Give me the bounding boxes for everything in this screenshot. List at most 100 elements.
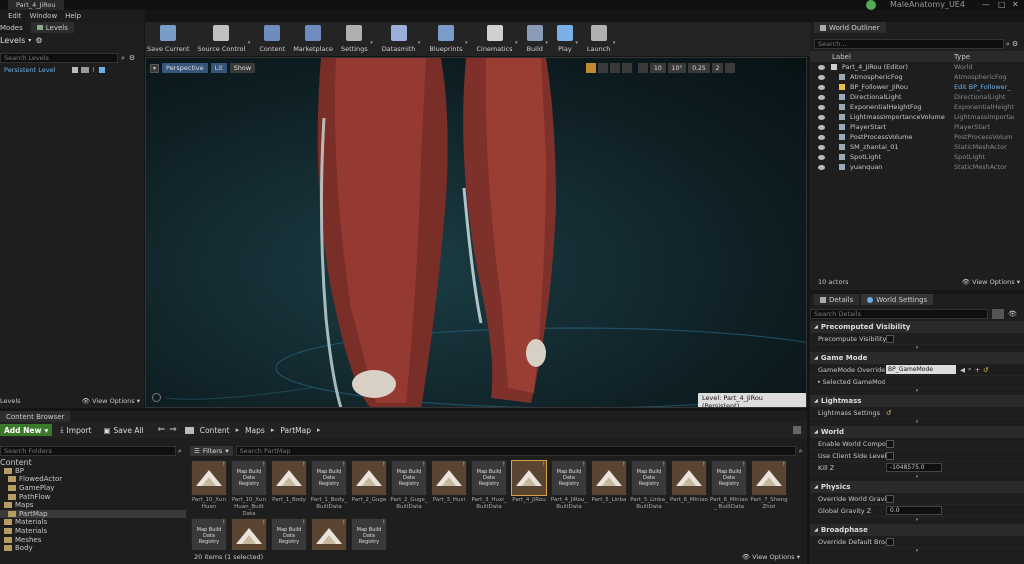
map-asset[interactable]: ! Part_3_Huxi <box>430 460 468 518</box>
folder-item[interactable]: FlowedActor <box>0 475 186 484</box>
visibility-icon[interactable] <box>818 64 825 70</box>
build-data-asset[interactable]: Map Build Data Registry! <box>270 518 308 550</box>
outliner-row[interactable]: AtmosphericFog AtmosphericFog <box>810 72 1024 82</box>
details-search-input[interactable]: Search Details <box>810 309 988 319</box>
search-icon[interactable]: ⌕ <box>799 447 803 456</box>
chevron-down-icon[interactable]: ▾ <box>613 40 616 46</box>
section-header[interactable]: ◢ Precomputed Visibility <box>810 321 1024 333</box>
chevron-down-icon[interactable]: ▾ <box>465 40 468 46</box>
visibility-icon[interactable] <box>818 74 825 80</box>
tab-details[interactable]: Details <box>814 294 860 305</box>
section-header[interactable]: ◢ Physics <box>810 481 1024 493</box>
outliner-row[interactable]: PostProcessVolume PostProcessVolum <box>810 132 1024 142</box>
eye-icon[interactable]: 👁 <box>1008 310 1017 318</box>
build-data-asset[interactable]: Map Build Data Registry! Part_6_Miniao_ B… <box>710 460 748 518</box>
toolbar-cinematics-button[interactable]: Cinematics ▾ <box>474 22 518 56</box>
minimize-icon[interactable]: — <box>982 0 990 10</box>
build-data-asset[interactable]: Map Build Data Registry! Part_10_Xun Huan… <box>230 460 268 518</box>
settings-icon[interactable]: ⚙ <box>1012 40 1018 48</box>
save-level-icon[interactable]: ! <box>92 66 95 74</box>
tab-world-outliner[interactable]: World Outliner <box>814 22 886 33</box>
world-local-icon[interactable] <box>622 63 632 73</box>
number-field[interactable]: -1048575.0 <box>886 463 942 472</box>
build-data-asset[interactable]: Map Build Data Registry! Part_1_Body_ Bui… <box>310 460 348 518</box>
toolbar-save-current-button[interactable]: Save Current <box>145 22 191 56</box>
map-asset[interactable]: ! Part_10_Xun Huan <box>190 460 228 518</box>
section-header[interactable]: ◢ World <box>810 426 1024 438</box>
toolbar-marketplace-button[interactable]: Marketplace <box>291 22 335 56</box>
build-data-asset[interactable]: Map Build Data Registry! Part_3_Huxi_ Bui… <box>470 460 508 518</box>
scale-icon[interactable] <box>610 63 620 73</box>
visibility-icon[interactable] <box>818 124 825 130</box>
reset-icon[interactable]: ↺ <box>886 409 891 417</box>
number-field[interactable]: 0.0 <box>886 506 942 515</box>
search-icon[interactable]: ⌕ <box>968 365 972 374</box>
maximize-icon[interactable]: □ <box>998 0 1006 10</box>
property-checkbox[interactable] <box>886 334 894 343</box>
toolbar-settings-button[interactable]: Settings ▾ <box>339 22 373 56</box>
visibility-icon[interactable] <box>818 94 825 100</box>
perspective-button[interactable]: Perspective <box>162 63 208 73</box>
folder-item[interactable]: Materials <box>0 518 186 527</box>
visibility-icon[interactable] <box>818 154 825 160</box>
chevron-down-icon[interactable]: ▾ <box>545 40 548 46</box>
chevron-down-icon[interactable]: ▾ <box>248 40 251 46</box>
close-icon[interactable]: ✕ <box>1012 0 1019 10</box>
chevron-down-icon[interactable]: ▾ <box>515 40 518 46</box>
filters-button[interactable]: ☰ Filters ▾ <box>190 446 233 456</box>
view-options-button[interactable]: 👁 View Options ▾ <box>82 397 140 405</box>
chevron-down-icon[interactable]: ▾ <box>28 37 31 44</box>
property-checkbox[interactable] <box>886 439 894 448</box>
toolbar-content-button[interactable]: Content <box>257 22 287 56</box>
menu-window[interactable]: Window <box>30 12 58 20</box>
col-type[interactable]: Type <box>954 53 970 61</box>
add-icon[interactable]: + <box>975 366 980 374</box>
folder-item[interactable]: Body <box>0 544 186 553</box>
build-data-asset[interactable]: Map Build Data Registry! Part_5_Linba_ Bu… <box>630 460 668 518</box>
outliner-row[interactable]: ExponentialHeightFog ExponentialHeightF <box>810 102 1024 112</box>
map-asset[interactable]: ! Part_5_Linba <box>590 460 628 518</box>
toolbar-play-button[interactable]: Play ▾ <box>555 22 578 56</box>
gamemode-select[interactable]: BP_GameMode <box>886 365 956 374</box>
map-asset[interactable]: ! Part_1_Body <box>270 460 308 518</box>
map-asset[interactable]: ! Part_7_Sheng Zhizi <box>750 460 788 518</box>
property-checkbox[interactable] <box>886 451 894 460</box>
settings-icon[interactable]: ⚙ <box>129 54 135 62</box>
section-expand-icon[interactable]: ▾ <box>810 419 1024 425</box>
map-asset[interactable]: ! <box>230 518 268 550</box>
map-asset[interactable]: ! Part_4_JiRou <box>510 460 548 518</box>
outliner-row[interactable]: SpotLight SpotLight <box>810 152 1024 162</box>
import-button[interactable]: ⤓ Import <box>56 424 95 436</box>
folder-item[interactable]: PathFlow <box>0 492 186 501</box>
toolbar-launch-button[interactable]: Launch ▾ <box>585 22 616 56</box>
settings-icon[interactable]: ⚙ <box>35 36 42 45</box>
folder-search-input[interactable]: Search Folders <box>0 446 176 456</box>
breadcrumb-maps[interactable]: Maps <box>243 424 267 436</box>
rotation-snap-button[interactable]: 10° <box>667 63 687 73</box>
folder-item[interactable]: Meshes <box>0 535 186 544</box>
lock-icon[interactable] <box>793 426 801 434</box>
document-tab[interactable]: Part_4_JiRou <box>8 0 64 10</box>
folder-item[interactable]: PartMap <box>0 509 186 519</box>
section-expand-icon[interactable]: ▾ <box>810 548 1024 554</box>
outliner-row[interactable]: LightmassImportanceVolume LightmassImport… <box>810 112 1024 122</box>
save-all-button[interactable]: ▣ Save All <box>99 424 147 436</box>
surface-snap-icon[interactable] <box>638 63 648 73</box>
outliner-row[interactable]: Part_4_JiRou (Editor) World <box>810 62 1024 72</box>
toolbar-build-button[interactable]: Build ▾ <box>525 22 548 56</box>
menu-help[interactable]: Help <box>65 12 81 20</box>
asset-search-input[interactable]: Search PartMap <box>235 446 796 456</box>
back-icon[interactable]: ⇐ <box>158 425 166 435</box>
outliner-row[interactable]: yuanquan StaticMeshActor <box>810 162 1024 172</box>
breadcrumb-partmap[interactable]: PartMap <box>278 424 313 436</box>
tab-levels[interactable]: Levels <box>30 22 74 33</box>
rotate-icon[interactable] <box>598 63 608 73</box>
viewport-options-button[interactable]: ▾ <box>150 63 159 73</box>
search-icon[interactable]: ⌕ <box>121 54 125 63</box>
menu-edit[interactable]: Edit <box>8 12 22 20</box>
property-checkbox[interactable] <box>886 537 894 546</box>
toolbar-source-control-button[interactable]: Source Control ▾ <box>195 22 250 56</box>
map-asset[interactable]: ! <box>310 518 348 550</box>
levels-search-input[interactable]: Search Levels <box>0 53 118 63</box>
build-data-asset[interactable]: Map Build Data Registry! <box>350 518 388 550</box>
